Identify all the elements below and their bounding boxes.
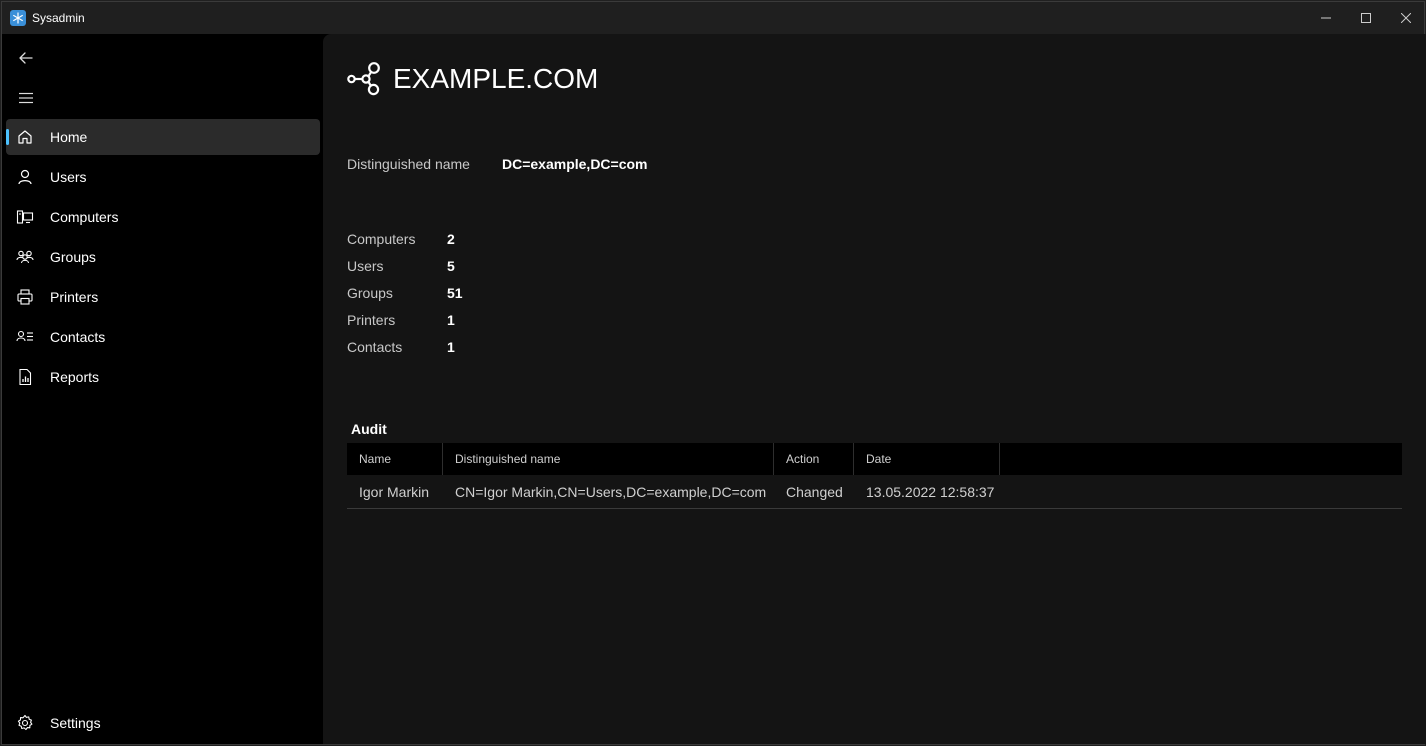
- sidebar-item-computers[interactable]: Computers: [6, 199, 320, 235]
- sidebar-item-label: Printers: [50, 289, 99, 305]
- stat-value-printers: 1: [447, 312, 455, 328]
- back-arrow-icon: [19, 52, 33, 64]
- cell-distinguished-name: CN=Igor Markin,CN=Users,DC=example,DC=co…: [455, 484, 767, 500]
- maximize-button[interactable]: [1346, 2, 1386, 34]
- stat-label-printers: Printers: [347, 312, 396, 328]
- column-header-date[interactable]: Date: [854, 443, 1000, 475]
- column-header-action[interactable]: Action: [774, 443, 854, 475]
- stat-label-groups: Groups: [347, 285, 393, 301]
- sidebar-item-reports[interactable]: Reports: [6, 359, 320, 395]
- sidebar-item-groups[interactable]: Groups: [6, 239, 320, 275]
- minimize-button[interactable]: [1306, 2, 1346, 34]
- sidebar-item-printers[interactable]: Printers: [6, 279, 320, 315]
- sidebar-item-home[interactable]: Home: [6, 119, 320, 155]
- column-header-name[interactable]: Name: [347, 443, 443, 475]
- user-icon: [16, 168, 34, 186]
- gear-icon: [16, 714, 34, 732]
- app-title: Sysadmin: [32, 11, 85, 25]
- hamburger-menu-icon: [19, 92, 33, 104]
- stat-value-computers: 2: [447, 231, 455, 247]
- sidebar-item-label: Computers: [50, 209, 119, 225]
- contacts-icon: [16, 328, 34, 346]
- stat-value-users: 5: [447, 258, 455, 274]
- domain-nodes-icon: [347, 62, 381, 96]
- sidebar-item-label: Reports: [50, 369, 100, 385]
- back-button[interactable]: [14, 46, 38, 70]
- app-snowflake-icon: [10, 10, 26, 26]
- sidebar-item-label: Users: [50, 169, 87, 185]
- stat-label-computers: Computers: [347, 231, 416, 247]
- stat-value-groups: 51: [447, 285, 463, 301]
- distinguished-name-value: DC=example,DC=com: [502, 156, 648, 172]
- sidebar-item-label: Home: [50, 129, 88, 145]
- app-window: Sysadmin Home Users Computers Groups Pri…: [1, 1, 1426, 745]
- column-header-distinguished-name[interactable]: Distinguished name: [443, 443, 774, 475]
- reports-icon: [16, 368, 34, 386]
- stat-label-contacts: Contacts: [347, 339, 403, 355]
- close-icon: [1401, 13, 1411, 23]
- audit-table: Name Distinguished name Action Date Igor…: [347, 443, 1402, 509]
- computer-icon: [16, 208, 34, 226]
- cell-action: Changed: [786, 484, 843, 500]
- title-bar[interactable]: Sysadmin: [2, 2, 1424, 34]
- minimize-icon: [1321, 17, 1331, 19]
- sidebar-item-users[interactable]: Users: [6, 159, 320, 195]
- distinguished-name-label: Distinguished name: [347, 156, 470, 172]
- main-content: EXAMPLE.COM Distinguished name DC=exampl…: [323, 34, 1426, 744]
- navigation-pane: Home Users Computers Groups Printers Con…: [2, 34, 323, 744]
- sidebar-item-label: Groups: [50, 249, 96, 265]
- cell-name: Igor Markin: [359, 484, 430, 500]
- printer-icon: [16, 288, 34, 306]
- menu-toggle-button[interactable]: [14, 86, 38, 110]
- active-indicator: [6, 129, 9, 145]
- sidebar-item-settings[interactable]: Settings: [6, 705, 320, 741]
- home-icon: [16, 128, 34, 146]
- audit-table-header: Name Distinguished name Action Date: [347, 443, 1402, 475]
- stat-value-contacts: 1: [447, 339, 455, 355]
- sidebar-item-label: Contacts: [50, 329, 106, 345]
- page-title: EXAMPLE.COM: [393, 63, 599, 94]
- sidebar-item-label: Settings: [50, 715, 101, 731]
- stat-label-users: Users: [347, 258, 384, 274]
- cell-date: 13.05.2022 12:58:37: [866, 484, 995, 500]
- maximize-icon: [1361, 13, 1371, 23]
- sidebar-item-contacts[interactable]: Contacts: [6, 319, 320, 355]
- close-button[interactable]: [1386, 2, 1426, 34]
- audit-section-title: Audit: [351, 421, 387, 437]
- groups-icon: [16, 248, 34, 266]
- table-row[interactable]: Igor Markin CN=Igor Markin,CN=Users,DC=e…: [347, 475, 1402, 509]
